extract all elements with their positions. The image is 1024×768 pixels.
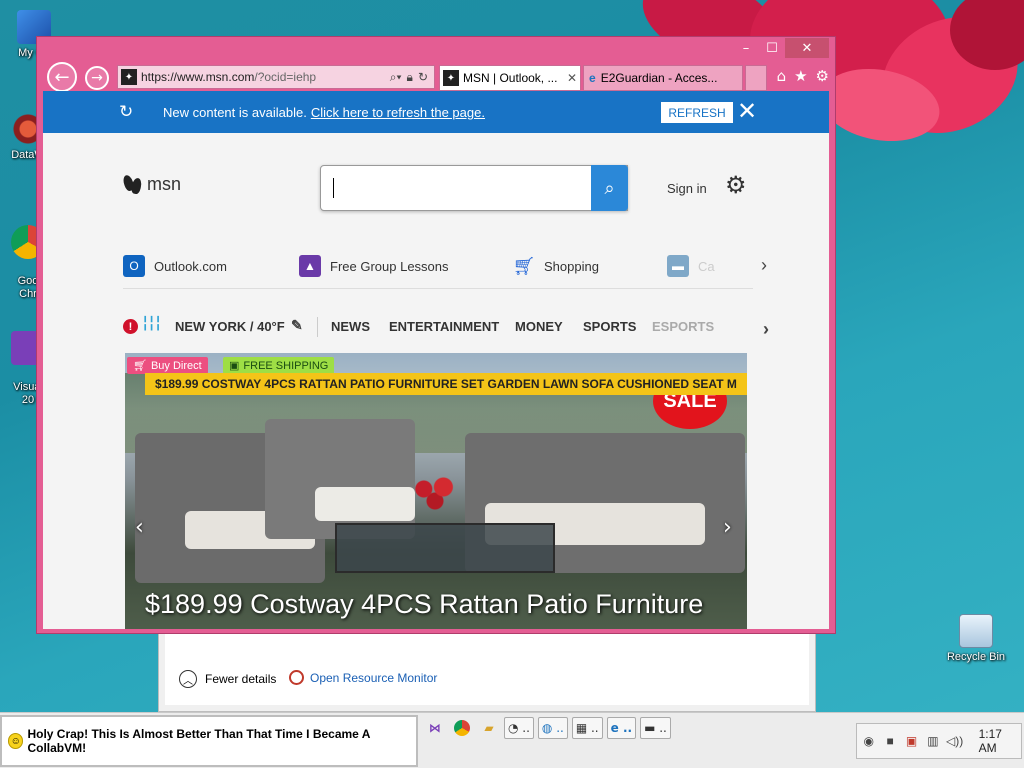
- taskbar-apps: ⋈ ▰ ◔ .. ◍ .. ▦ .. e .. ▬ ..: [424, 717, 671, 739]
- msn-butterfly-icon: [123, 173, 143, 195]
- msn-favicon: ✦: [121, 69, 137, 85]
- chevron-up-icon: ︿: [179, 670, 197, 688]
- carousel-next-icon[interactable]: ›: [723, 515, 732, 540]
- taskbar: ☺ Holy Crap! This Is Almost Better Than …: [0, 712, 1024, 768]
- quick-link-cars[interactable]: ▬ Ca: [667, 255, 715, 277]
- taskbar-notice: ☺ Holy Crap! This Is Almost Better Than …: [0, 715, 418, 767]
- chevron-right-icon[interactable]: ›: [763, 319, 769, 340]
- close-window-button[interactable]: ✕: [785, 38, 829, 58]
- weather-alert-icon[interactable]: !: [123, 319, 138, 334]
- hero-cushion: [315, 487, 415, 521]
- search-icon: ⌕: [604, 177, 615, 199]
- task-manager-window: ︿ Fewer details Open Resource Monitor: [158, 628, 816, 712]
- cart-icon: 🛒︎: [133, 360, 147, 372]
- refresh-icon[interactable]: ↻: [418, 70, 428, 85]
- buy-direct-badge: 🛒︎ Buy Direct: [127, 357, 208, 374]
- forward-button[interactable]: →: [85, 66, 109, 90]
- hero-chair: [265, 419, 415, 539]
- internet-explorer-window: – ☐ ✕ ← → ✦ https://www.msn.com/?ocid=ie…: [36, 36, 836, 634]
- ie-icon[interactable]: e ..: [606, 717, 637, 739]
- nav-news[interactable]: NEWS: [331, 319, 370, 334]
- refresh-circle-icon: ↻: [119, 102, 134, 121]
- tab-close-icon[interactable]: ✕: [564, 71, 580, 85]
- hero-title[interactable]: $189.99 Costway 4PCS Rattan Patio Furnit…: [145, 589, 703, 620]
- smiley-icon: ☺: [8, 733, 24, 749]
- hero-flowers: [407, 473, 463, 513]
- taskbar-clock[interactable]: 1:17 AM: [979, 727, 1021, 755]
- close-banner-icon[interactable]: ✕: [737, 97, 757, 126]
- nav-esports[interactable]: ESPORTS: [652, 319, 714, 334]
- tab-e2guardian[interactable]: e E2Guardian - Acces...: [583, 65, 743, 91]
- home-icon[interactable]: ⌂: [777, 67, 787, 85]
- settings-gear-icon[interactable]: ⚙: [816, 67, 829, 85]
- nav-money[interactable]: MONEY: [515, 319, 563, 334]
- minimize-button[interactable]: –: [733, 38, 759, 58]
- desktop-icon-recycle-bin[interactable]: Recycle Bin: [944, 614, 1008, 664]
- file-explorer-icon[interactable]: ▰: [478, 717, 500, 739]
- carousel-prev-icon[interactable]: ‹: [135, 515, 144, 540]
- promo-ticker: $189.99 COSTWAY 4PCS RATTAN PATIO FURNIT…: [145, 373, 747, 395]
- category-nav: ! ╎╎╎ NEW YORK / 40°F ✎ NEWS ENTERTAINME…: [123, 315, 769, 341]
- command-prompt-icon[interactable]: ▬ ..: [640, 717, 671, 739]
- taskbar-app-button[interactable]: ▦ ..: [571, 717, 603, 739]
- lock-icon[interactable]: 🔒︎: [407, 70, 413, 85]
- new-tab-button[interactable]: [745, 65, 767, 91]
- network-icon[interactable]: ◍ ..: [537, 717, 568, 739]
- quick-link-free-group-lessons[interactable]: ▲ Free Group Lessons: [299, 255, 449, 277]
- gear-icon[interactable]: ⚙: [725, 171, 747, 199]
- box-icon: ▣: [229, 360, 240, 372]
- resource-monitor-icon: [289, 670, 304, 685]
- refresh-page-link[interactable]: Click here to refresh the page.: [311, 105, 485, 120]
- chrome-icon[interactable]: [450, 717, 474, 739]
- cart-icon: 🛒︎: [512, 255, 536, 276]
- nav-entertainment[interactable]: ENTERTAINMENT: [389, 319, 499, 334]
- recycle-bin-icon: [959, 614, 993, 648]
- refresh-button[interactable]: REFRESH: [661, 102, 733, 123]
- back-button[interactable]: ←: [47, 62, 77, 92]
- window-controls: – ☐ ✕: [733, 38, 829, 58]
- hero-glass-table: [335, 523, 555, 573]
- quick-links-bar: O Outlook.com ▲ Free Group Lessons 🛒︎ Sh…: [123, 251, 767, 289]
- network-icon[interactable]: ▥: [925, 733, 940, 749]
- favorites-star-icon[interactable]: ★: [794, 67, 807, 85]
- navigation-bar: ← → ✦ https://www.msn.com/?ocid=iehp ⌕▾ …: [43, 61, 831, 93]
- network-error-icon[interactable]: ▣: [904, 733, 919, 749]
- steam-icon[interactable]: ◉: [861, 733, 876, 749]
- graduation-cap-icon: ▲: [299, 255, 321, 277]
- quick-link-shopping[interactable]: 🛒︎ Shopping: [513, 255, 599, 277]
- msn-favicon: ✦: [443, 70, 459, 86]
- quick-link-outlook[interactable]: O Outlook.com: [123, 255, 227, 277]
- outlook-icon: O: [123, 255, 145, 277]
- visual-studio-icon[interactable]: ⋈: [424, 717, 446, 739]
- fewer-details-button[interactable]: ︿ Fewer details: [179, 670, 276, 688]
- stop-icon[interactable]: ■: [882, 733, 897, 749]
- nav-divider: [317, 317, 318, 337]
- system-tray: ◉ ■ ▣ ▥ ◁)) 1:17 AM: [856, 723, 1022, 759]
- search-button[interactable]: ⌕: [591, 165, 628, 211]
- sign-in-link[interactable]: Sign in: [667, 181, 707, 196]
- open-resource-monitor-link[interactable]: Open Resource Monitor: [289, 670, 437, 685]
- weather-location[interactable]: NEW YORK / 40°F: [175, 319, 285, 334]
- pencil-edit-icon[interactable]: ✎: [291, 317, 303, 334]
- task-manager-body: ︿ Fewer details Open Resource Monitor: [165, 629, 809, 705]
- search-dropdown-icon[interactable]: ⌕▾: [390, 70, 402, 85]
- address-bar[interactable]: ✦ https://www.msn.com/?ocid=iehp ⌕▾ 🔒︎ ↻: [117, 65, 435, 89]
- ie-icon: e: [589, 71, 596, 85]
- msn-logo[interactable]: msn: [123, 173, 181, 195]
- maximize-button[interactable]: ☐: [759, 38, 785, 58]
- page-content: ↻ New content is available. Click here to…: [43, 91, 829, 629]
- hero-carousel[interactable]: SALE 🛒︎ Buy Direct ▣ FREE SHIPPING $189.99…: [125, 353, 747, 629]
- taskbar-app-button[interactable]: ◔ ..: [504, 717, 534, 739]
- refresh-banner: ↻ New content is available. Click here to…: [43, 91, 829, 133]
- search-input[interactable]: [320, 165, 628, 211]
- volume-icon[interactable]: ◁)): [946, 733, 963, 749]
- car-icon: ▬: [667, 255, 689, 277]
- free-shipping-badge: ▣ FREE SHIPPING: [223, 357, 335, 374]
- chevron-right-icon[interactable]: ›: [761, 255, 767, 276]
- text-caret: [333, 178, 334, 198]
- tab-msn[interactable]: ✦ MSN | Outlook, ... ✕: [439, 65, 581, 91]
- rain-icon: ╎╎╎: [141, 315, 162, 331]
- nav-sports[interactable]: SPORTS: [583, 319, 636, 334]
